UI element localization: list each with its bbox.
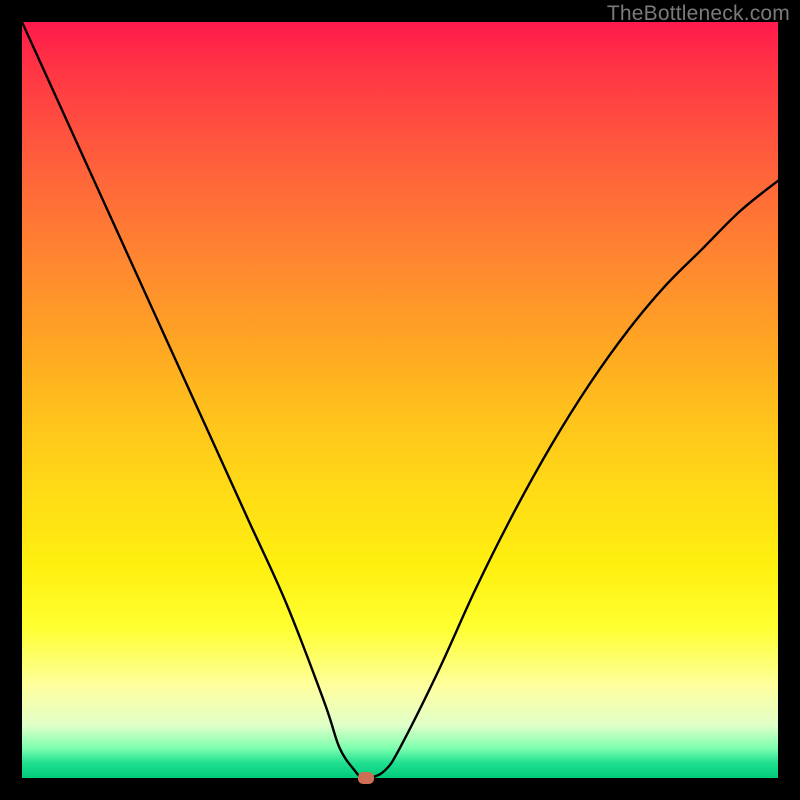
chart-frame: TheBottleneck.com — [0, 0, 800, 800]
watermark-text: TheBottleneck.com — [607, 2, 790, 26]
bottleneck-curve — [22, 22, 778, 778]
minimum-marker — [358, 772, 374, 784]
plot-area — [22, 22, 778, 778]
